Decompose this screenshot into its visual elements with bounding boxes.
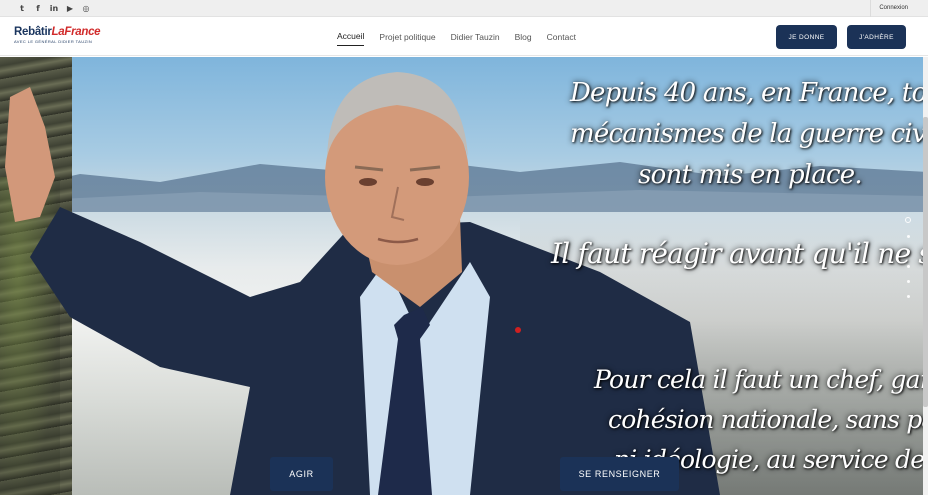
site-logo[interactable]: RebâtirLaFrance AVEC LE GÉNÉRAL DIDIER T…	[14, 26, 101, 44]
social-links: t f in ▶ ◎	[14, 0, 94, 17]
slider-dot-active[interactable]	[905, 217, 911, 223]
page-scrollbar[interactable]	[923, 57, 928, 495]
agir-button[interactable]: AGIR	[270, 457, 333, 491]
nav-accueil[interactable]: Accueil	[337, 27, 365, 46]
linkedin-icon[interactable]: in	[46, 4, 62, 13]
join-button[interactable]: J'ADHÈRE	[847, 25, 906, 49]
instagram-icon[interactable]: ◎	[78, 4, 94, 13]
slider-dots	[904, 217, 912, 310]
logo-wordmark: RebâtirLaFrance	[14, 26, 101, 38]
scrollbar-thumb[interactable]	[923, 117, 928, 407]
nav-projet-politique[interactable]: Projet politique	[379, 28, 435, 46]
slider-dot[interactable]	[906, 280, 910, 283]
slider-dot[interactable]	[906, 295, 910, 298]
se-renseigner-button[interactable]: SE RENSEIGNER	[560, 457, 679, 491]
main-nav: Accueil Projet politique Didier Tauzin B…	[337, 17, 591, 56]
hero-quote-2: Il faut réagir avant qu'il ne soit trop …	[551, 237, 928, 270]
top-social-bar: t f in ▶ ◎ Connexion	[0, 0, 928, 17]
donate-button[interactable]: JE DONNE	[776, 25, 837, 49]
slider-dot[interactable]	[906, 265, 910, 268]
slider-dot[interactable]	[906, 235, 910, 238]
login-link[interactable]: Connexion	[870, 0, 928, 17]
facebook-icon[interactable]: f	[30, 4, 46, 13]
nav-contact[interactable]: Contact	[547, 28, 576, 46]
slider-dot[interactable]	[906, 250, 910, 253]
hero-slider: Depuis 40 ans, en France, tous les mécan…	[0, 57, 928, 495]
youtube-icon[interactable]: ▶	[62, 4, 78, 13]
logo-tagline: AVEC LE GÉNÉRAL DIDIER TAUZIN	[14, 39, 93, 44]
nav-blog[interactable]: Blog	[515, 28, 532, 46]
hero-quote-1: Depuis 40 ans, en France, tous les mécan…	[570, 78, 928, 190]
nav-didier-tauzin[interactable]: Didier Tauzin	[451, 28, 500, 46]
twitter-icon[interactable]: t	[14, 4, 30, 13]
site-header: RebâtirLaFrance AVEC LE GÉNÉRAL DIDIER T…	[0, 17, 928, 56]
